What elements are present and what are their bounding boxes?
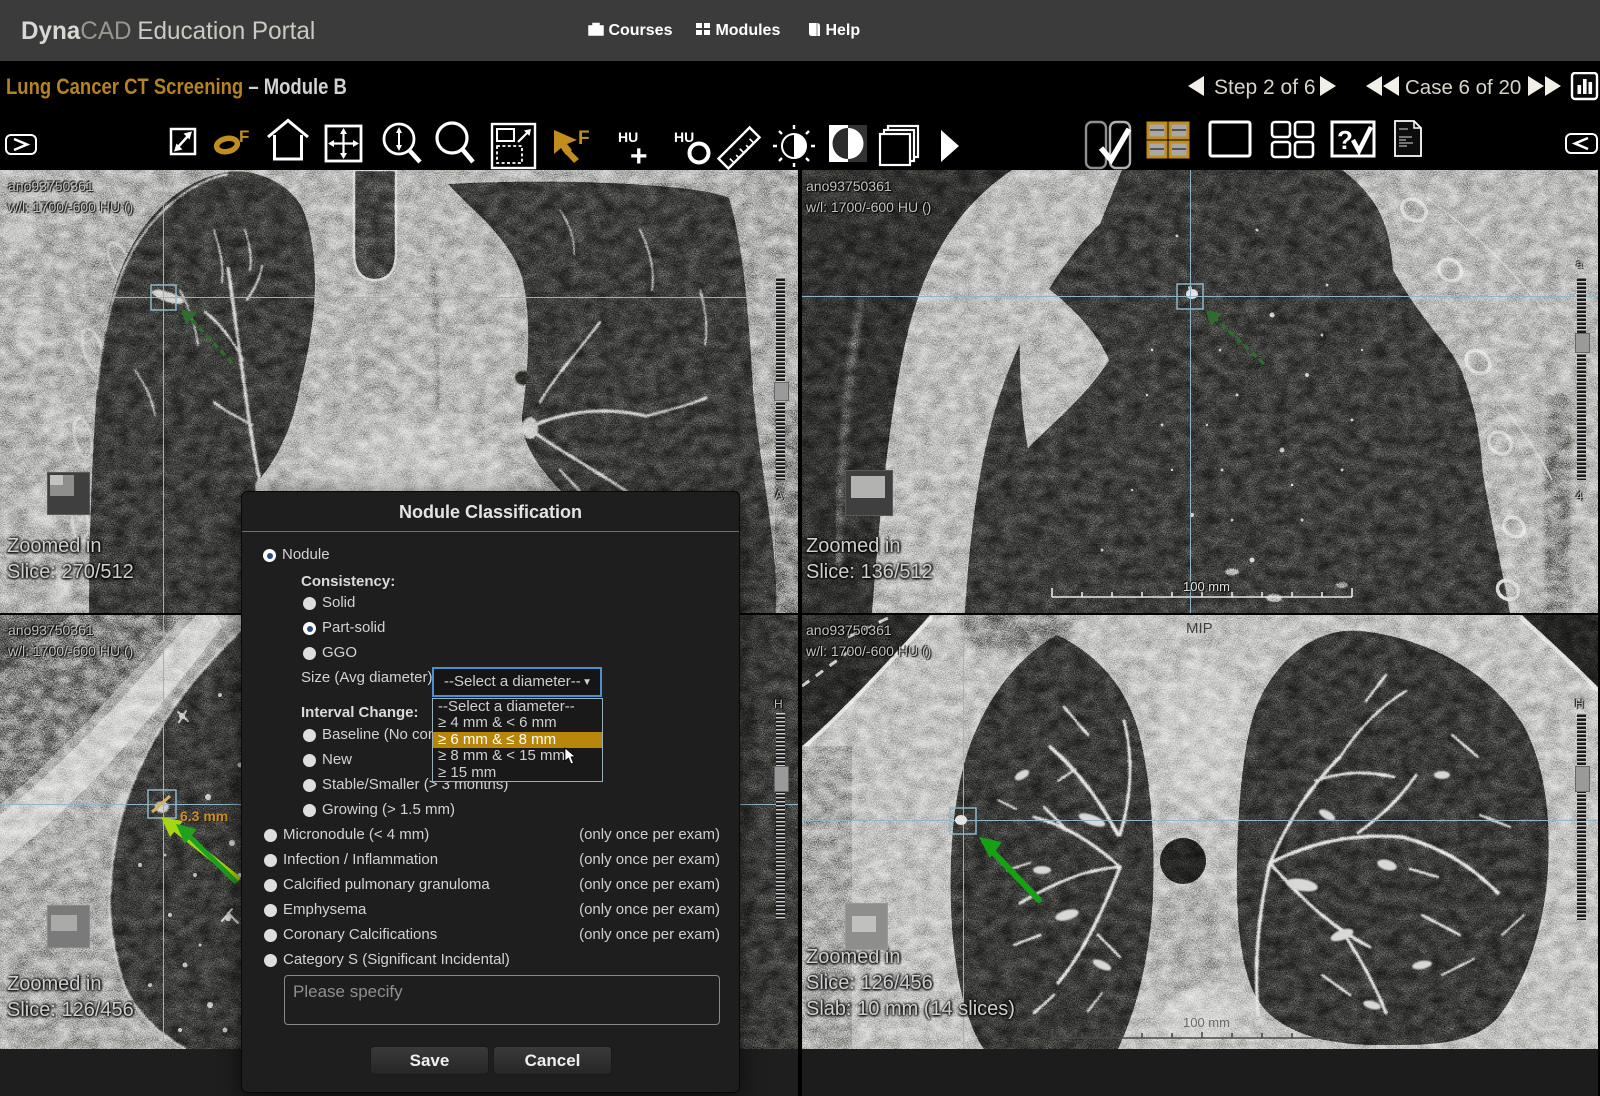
svg-text:HU: HU — [674, 129, 694, 145]
svg-text:F: F — [578, 128, 590, 149]
svg-text:?: ? — [1337, 125, 1353, 155]
svg-text:F: F — [239, 127, 249, 146]
svg-text:Case 6 of 20: Case 6 of 20 — [1405, 76, 1521, 99]
svg-text:+: + — [630, 140, 648, 170]
svg-text:Step 2 of 6: Step 2 of 6 — [1214, 76, 1316, 99]
